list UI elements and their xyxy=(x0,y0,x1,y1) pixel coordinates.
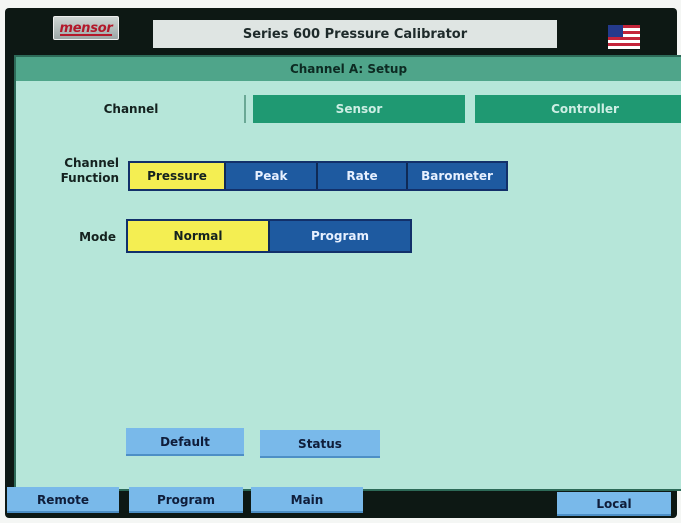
mensor-logo: mensor xyxy=(53,16,119,40)
main-button[interactable]: Main xyxy=(251,487,363,513)
channel-function-label: Channel Function xyxy=(60,156,119,185)
remote-button[interactable]: Remote xyxy=(7,487,119,513)
logo-text: mensor xyxy=(59,20,113,36)
status-button[interactable]: Status xyxy=(260,430,380,458)
channel-function-selector: Pressure Peak Rate Barometer xyxy=(128,161,508,191)
tab-channel[interactable]: Channel xyxy=(16,95,246,123)
option-rate[interactable]: Rate xyxy=(316,163,406,189)
mode-label: Mode xyxy=(79,230,116,244)
option-program[interactable]: Program xyxy=(268,221,410,251)
setup-panel: Channel A: Setup Channel Sensor Controll… xyxy=(14,55,681,491)
program-button[interactable]: Program xyxy=(129,487,243,513)
us-flag-icon[interactable] xyxy=(608,25,640,49)
tab-controller[interactable]: Controller xyxy=(475,95,681,123)
panel-title: Channel A: Setup xyxy=(16,57,681,81)
app-title: Series 600 Pressure Calibrator xyxy=(153,20,557,48)
local-button[interactable]: Local xyxy=(557,492,671,516)
option-pressure[interactable]: Pressure xyxy=(130,163,224,189)
tab-sensor[interactable]: Sensor xyxy=(253,95,465,123)
device-frame: mensor Series 600 Pressure Calibrator Ch… xyxy=(5,8,681,518)
tab-divider xyxy=(244,95,246,123)
option-normal[interactable]: Normal xyxy=(128,221,268,251)
default-button[interactable]: Default xyxy=(126,428,244,456)
option-peak[interactable]: Peak xyxy=(224,163,316,189)
mode-selector: Normal Program xyxy=(126,219,412,253)
option-barometer[interactable]: Barometer xyxy=(406,163,506,189)
